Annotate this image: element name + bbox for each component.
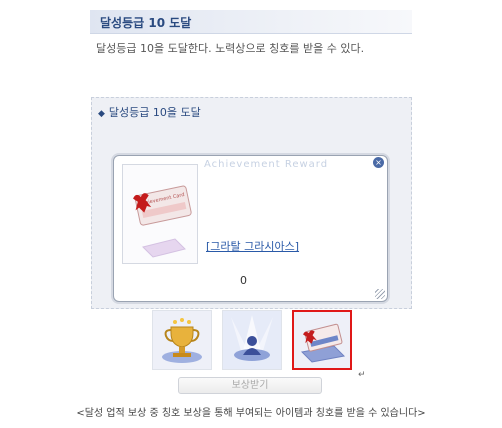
blessing-figure-icon [223,311,281,369]
panel-heading-text: 달성등급 10을 도달 [108,106,201,119]
item-thumbnail: Achievement Card [122,164,198,264]
paragraph-return-mark: ↵ [358,370,366,380]
title-card-icon [294,312,350,368]
figure-caption: <달성 업적 보상 중 칭호 보상을 통해 부여되는 아이템과 칭호를 받을 수… [76,408,426,419]
reward-detail-popup: Achievement Reward × Achievement Card [그… [113,155,388,302]
reward-trophy[interactable] [152,310,212,370]
trophy-icon [153,311,211,369]
achievement-description: 달성등급 10을 도달한다. 노력상으로 칭호를 받을 수 있다. [96,42,365,55]
resize-grip-icon[interactable] [375,289,385,299]
diamond-bullet-icon: ◆ [98,109,105,119]
title-card-illustration: Achievement Card [133,185,192,258]
reward-blessing[interactable] [222,310,282,370]
item-name-link[interactable]: [그라탈 그라시아스] [206,238,299,254]
claim-reward-button[interactable]: 보상받기 [178,377,322,394]
popup-title: Achievement Reward [204,159,329,170]
close-icon[interactable]: × [373,157,384,168]
panel-heading: ◆ 달성등급 10을 도달 [98,104,201,120]
header-title: 달성등급 10 도달 [100,16,192,30]
item-count: 0 [240,274,247,287]
reward-title-card[interactable] [292,310,352,370]
header-bar: 달성등급 10 도달 [90,10,412,34]
